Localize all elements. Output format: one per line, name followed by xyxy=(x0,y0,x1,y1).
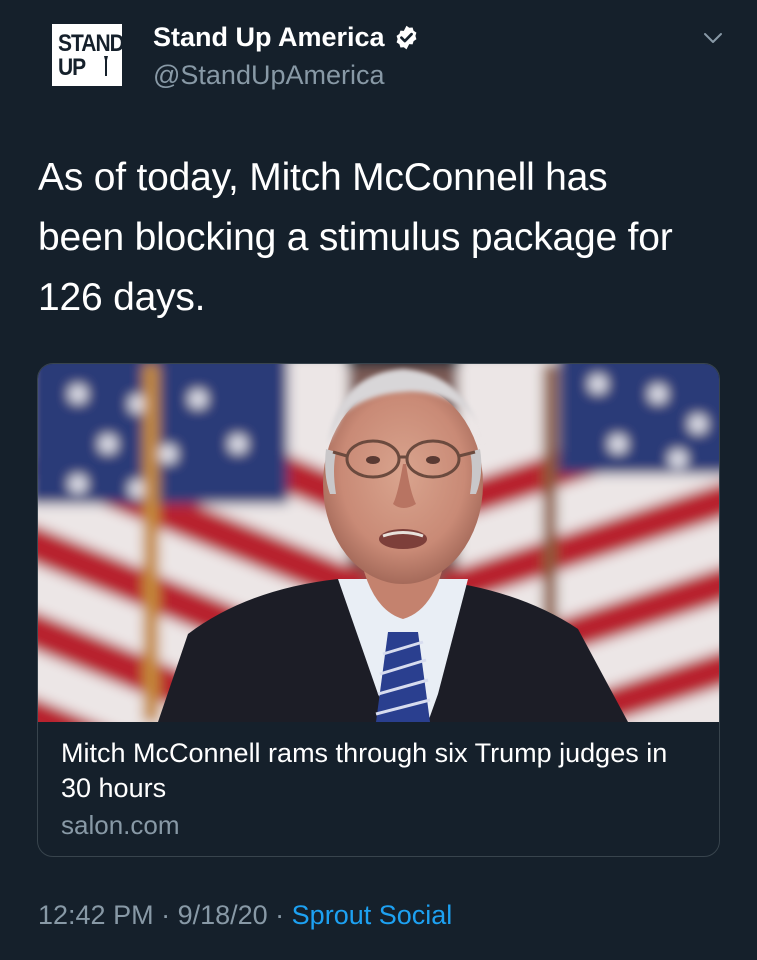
display-name[interactable]: Stand Up America xyxy=(153,22,385,53)
meta-separator: · xyxy=(153,900,178,930)
tweet-meta: 12:42 PM · 9/18/20 · Sprout Social xyxy=(38,900,452,931)
avatar-logo-text-top: STAND xyxy=(58,29,125,57)
card-photo xyxy=(38,364,719,722)
tweet-time[interactable]: 12:42 PM xyxy=(38,900,154,930)
name-row: Stand Up America xyxy=(153,22,420,53)
handle[interactable]: @StandUpAmerica xyxy=(153,60,385,91)
statue-of-liberty-icon xyxy=(104,56,108,76)
card-title[interactable]: Mitch McConnell rams through six Trump j… xyxy=(61,736,681,806)
avatar-logo-text-bottom: UP xyxy=(58,53,86,81)
verified-badge-icon xyxy=(396,25,416,50)
tweet: STAND UP Stand Up America @StandUpAmeric… xyxy=(0,0,757,960)
link-card[interactable]: Mitch McConnell rams through six Trump j… xyxy=(37,363,720,857)
card-domain: salon.com xyxy=(61,810,180,840)
card-image[interactable] xyxy=(38,364,719,722)
tweet-date[interactable]: 9/18/20 xyxy=(178,900,268,930)
tweet-text: As of today, Mitch McConnell has been bl… xyxy=(38,156,673,319)
chevron-down-icon[interactable] xyxy=(702,27,724,49)
meta-separator: · xyxy=(267,900,292,930)
avatar[interactable]: STAND UP xyxy=(52,24,125,86)
tweet-source-link[interactable]: Sprout Social xyxy=(292,900,453,930)
